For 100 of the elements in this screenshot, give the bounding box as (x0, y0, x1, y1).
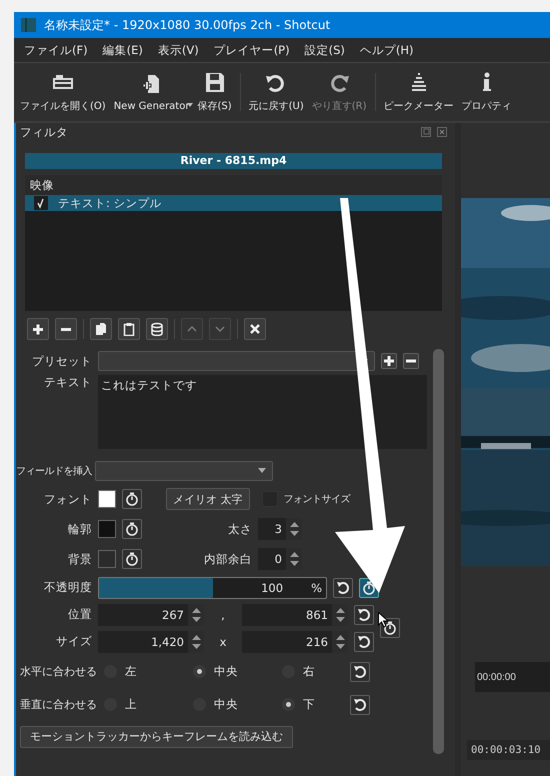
copy-icon (94, 322, 108, 336)
reset-button[interactable] (354, 604, 374, 624)
list-action-button[interactable] (244, 318, 266, 340)
number-field[interactable]: 3 (258, 518, 286, 540)
number-field[interactable]: 267 (98, 604, 188, 626)
menu-item[interactable]: 表示(V) (158, 42, 199, 58)
filter-item[interactable]: テキスト: シンプル (25, 195, 442, 211)
time-label: 00:00:00 (477, 672, 516, 683)
number-field[interactable]: 861 (242, 604, 332, 626)
stack-icon (150, 322, 164, 336)
radio-label: 上 (125, 697, 137, 712)
reset-button[interactable] (350, 694, 370, 714)
separator-label: , (220, 608, 226, 622)
field-label: 背景 (67, 552, 92, 566)
list-action-button[interactable] (146, 318, 168, 340)
spin-arrows-icon (192, 634, 200, 648)
menu-item[interactable]: 編集(E) (102, 42, 143, 58)
reset-button[interactable] (354, 632, 374, 652)
toolbar-button[interactable]: New Generator (110, 63, 194, 121)
number-field[interactable]: 1,420 (98, 630, 188, 652)
field-label: 水平に合わせる (20, 664, 98, 679)
radio-label: 中央 (214, 697, 238, 712)
motion-tracker-button[interactable]: モーショントラッカーからキーフレームを読み込む (20, 726, 293, 748)
number-field[interactable]: 0 (258, 548, 286, 570)
toolbar-button[interactable]: プロパティ (458, 63, 516, 121)
window-title: 名称未設定* - 1920x1080 30.00fps 2ch - Shotcut (44, 16, 330, 34)
list-action-button[interactable] (27, 318, 49, 340)
separator-label: x (218, 634, 228, 648)
reset-button[interactable] (333, 578, 353, 598)
radio-label: 下 (303, 697, 315, 712)
keyframe-button[interactable] (122, 549, 142, 569)
field-label: プリセット (31, 354, 92, 368)
field-label: サイズ (55, 634, 92, 649)
list-action-button[interactable] (90, 318, 112, 340)
insert-field-dropdown[interactable] (95, 460, 273, 480)
dropdown-arrow-icon (258, 468, 266, 473)
spin-arrows-icon (290, 552, 298, 566)
caret-icon (187, 103, 194, 107)
color-swatch[interactable] (98, 490, 116, 508)
field-label: 輪郭 (67, 522, 92, 536)
font-button[interactable]: メイリオ 太字 (166, 488, 250, 510)
keyframe-button[interactable] (122, 519, 142, 539)
slider-value: 100 (261, 580, 284, 594)
preset-dropdown[interactable] (98, 351, 375, 371)
list-action-button[interactable] (55, 318, 77, 340)
reset-icon (357, 634, 371, 648)
group-header: 映像 (25, 175, 442, 195)
radio-button[interactable] (193, 665, 206, 678)
app-icon (21, 17, 36, 33)
reset-button[interactable] (350, 662, 370, 682)
menu-item[interactable]: プレイヤー(P) (214, 42, 290, 58)
checkbox[interactable] (34, 196, 48, 210)
field-label: 太さ (227, 522, 252, 536)
small-square-button[interactable] (381, 353, 397, 369)
clip-name: River - 6815.mp4 (25, 153, 442, 169)
spin-arrows-icon (192, 608, 200, 622)
number-field[interactable]: 216 (242, 630, 332, 652)
toolbar-button[interactable]: 元に戻す(U) (244, 63, 308, 121)
radio-label: 右 (303, 664, 315, 679)
radio-label: 左 (125, 664, 137, 679)
radio-button[interactable] (282, 698, 295, 711)
menu-item[interactable]: 設定(S) (304, 42, 345, 58)
close-icon (248, 322, 262, 336)
field-label: テキスト (43, 375, 92, 390)
toolbar-button[interactable]: ピークメーター (380, 63, 458, 121)
timecode-field[interactable]: 00:00:03:10 (467, 740, 550, 760)
panel-title: フィルタ (20, 124, 68, 140)
unit-label: % (311, 580, 322, 594)
radio-label: 中央 (214, 664, 238, 679)
filter-label: テキスト: シンプル (58, 196, 162, 210)
plus-icon (384, 356, 394, 366)
scrollbar[interactable] (433, 349, 444, 754)
color-swatch[interactable] (98, 520, 116, 538)
stopwatch-icon (125, 492, 139, 506)
menu-item[interactable]: ヘルプ(H) (360, 42, 414, 58)
text-area[interactable]: これはテストです (98, 375, 427, 449)
stopwatch-icon (383, 621, 397, 635)
field-label: フィールドを挿入 (16, 464, 92, 478)
small-square-button[interactable] (403, 353, 419, 369)
color-swatch[interactable] (98, 550, 116, 568)
menu-item[interactable]: ファイル(F) (24, 42, 88, 58)
info-icon (482, 71, 492, 93)
clipboard-icon (122, 322, 136, 336)
keyframe-button[interactable] (122, 489, 142, 509)
spin-arrows-icon (336, 608, 344, 622)
reset-icon (336, 580, 350, 594)
opacity-slider[interactable]: 100 % (98, 576, 327, 598)
stopwatch-icon (125, 522, 139, 536)
stopwatch-icon (362, 580, 376, 594)
field-label: 垂直に合わせる (20, 697, 98, 712)
field-label: 位置 (67, 607, 92, 622)
toolbar-button[interactable]: 保存(S) (193, 63, 236, 121)
field-label: 内部余白 (203, 552, 252, 566)
list-action-button[interactable] (118, 318, 140, 340)
toolbar-button[interactable]: ファイルを開く(O) (16, 63, 110, 121)
spin-arrows-icon (290, 522, 298, 536)
field-label: フォント (43, 492, 92, 506)
stopwatch-icon (125, 552, 139, 566)
spin-arrows-icon (336, 634, 344, 648)
close-icon (437, 127, 447, 137)
